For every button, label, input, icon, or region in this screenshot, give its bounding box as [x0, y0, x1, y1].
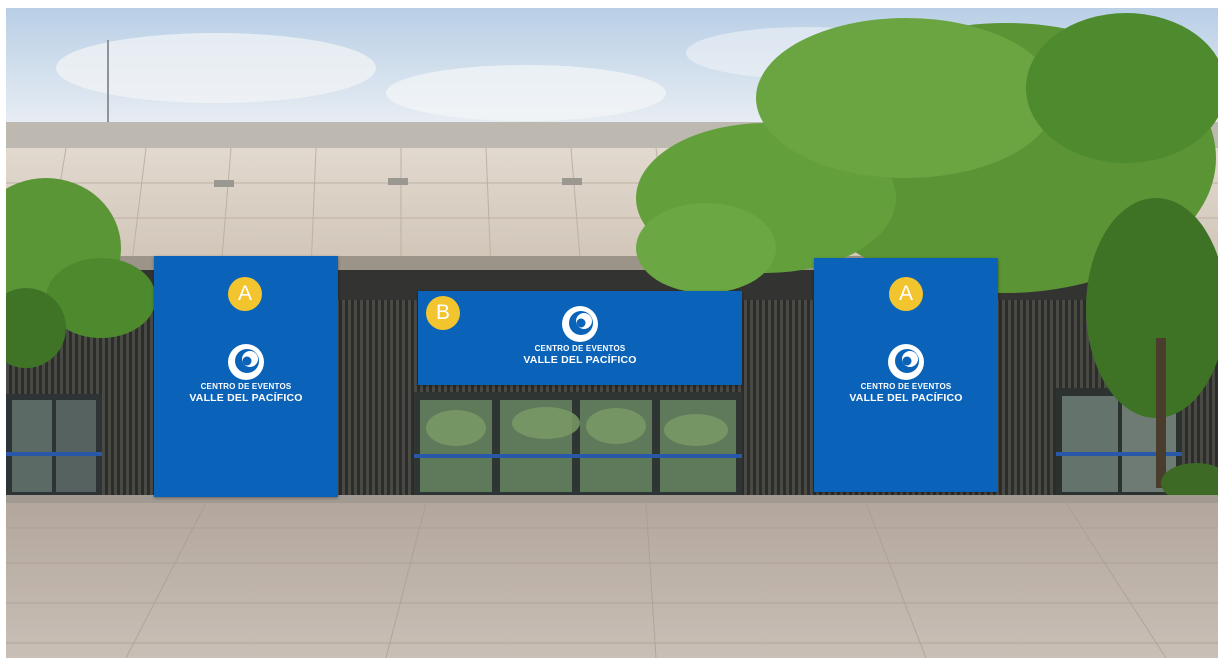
- logo-line2-left: VALLE DEL PACÍFICO: [189, 392, 303, 404]
- logo-center: CENTRO DE EVENTOS VALLE DEL PACÍFICO: [510, 304, 650, 366]
- logo-right: CENTRO DE EVENTOS VALLE DEL PACÍFICO: [836, 342, 976, 404]
- swirl-logo-icon: [228, 344, 264, 380]
- banner-b-center: B CENTRO DE EVENTOS VALLE DEL PACÍFICO: [418, 291, 742, 385]
- logo-line2-center: VALLE DEL PACÍFICO: [523, 354, 637, 366]
- plaza: [6, 495, 1218, 658]
- logo-line2-right: VALLE DEL PACÍFICO: [849, 392, 963, 404]
- banner-a-right: A CENTRO DE EVENTOS VALLE DEL PACÍFICO: [814, 258, 998, 492]
- badge-a-right: A: [889, 277, 923, 311]
- swirl-logo-icon: [562, 306, 598, 342]
- photo-frame: A CENTRO DE EVENTOS VALLE DEL PACÍFICO B…: [6, 8, 1218, 658]
- logo-left: CENTRO DE EVENTOS VALLE DEL PACÍFICO: [176, 342, 316, 404]
- swirl-logo-icon: [888, 344, 924, 380]
- banner-a-left: A CENTRO DE EVENTOS VALLE DEL PACÍFICO: [154, 256, 338, 497]
- badge-b-center: B: [426, 296, 460, 330]
- logo-line1-left: CENTRO DE EVENTOS: [200, 382, 292, 391]
- logo-line1-center: CENTRO DE EVENTOS: [534, 344, 626, 353]
- badge-a-left: A: [228, 277, 262, 311]
- logo-line1-right: CENTRO DE EVENTOS: [860, 382, 952, 391]
